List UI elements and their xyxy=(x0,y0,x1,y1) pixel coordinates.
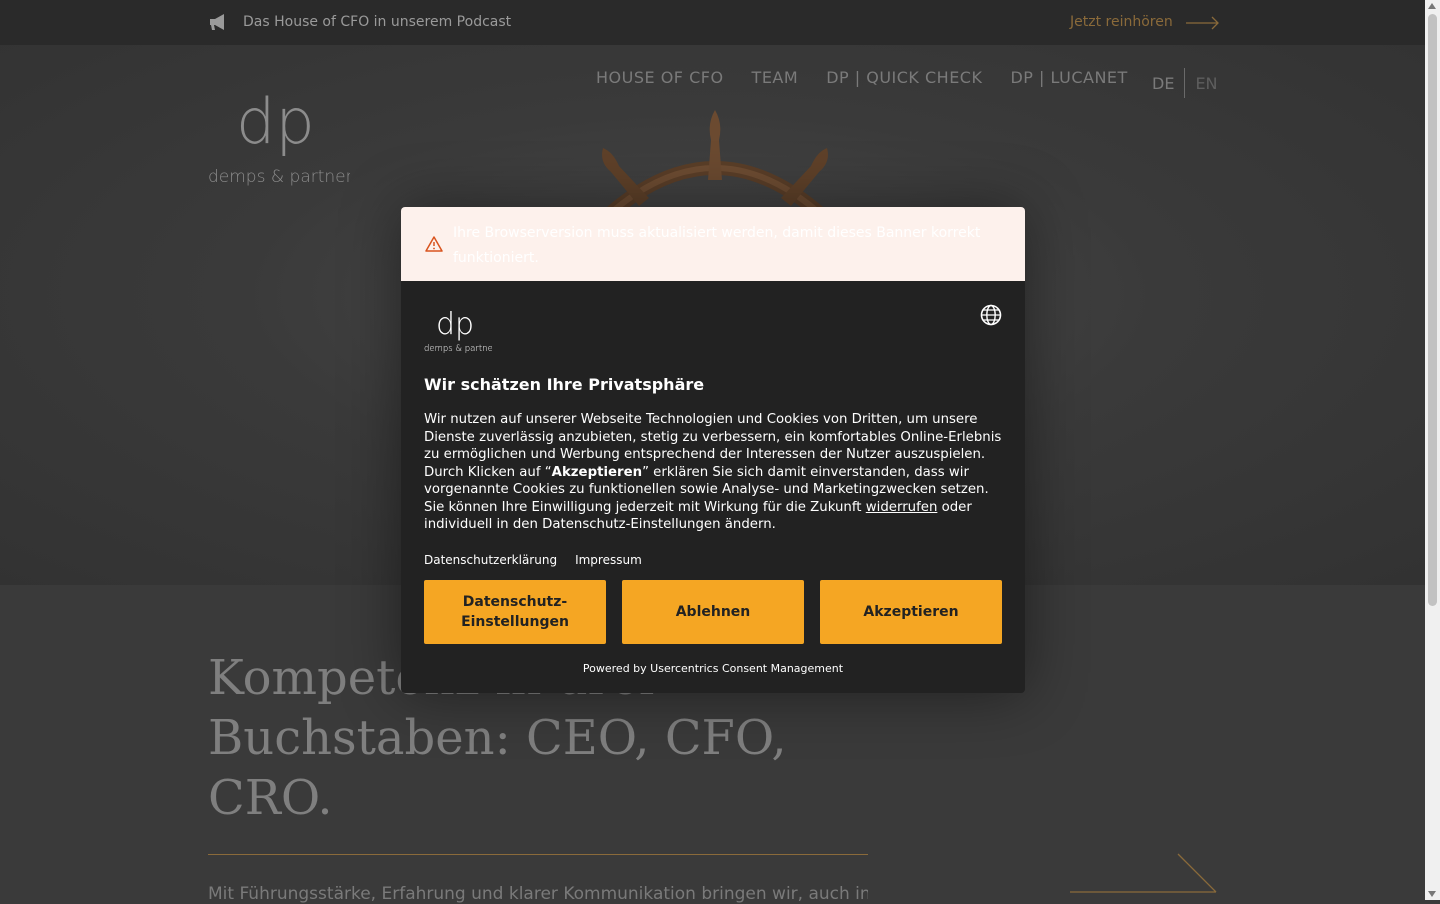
consent-logo-wordmark: demps & partner xyxy=(424,344,492,353)
browser-warning-banner: Ihre Browserversion muss aktualisiert we… xyxy=(401,207,1025,281)
decline-button[interactable]: Ablehnen xyxy=(622,580,804,644)
scroll-down-arrow[interactable] xyxy=(1428,891,1436,897)
consent-logo: dp demps & partner xyxy=(424,307,492,353)
scroll-up-arrow[interactable] xyxy=(1428,3,1436,9)
powered-by-text: Powered by Usercentrics Consent Manageme… xyxy=(582,662,844,675)
privacy-settings-button[interactable]: Datenschutz-Einstellungen xyxy=(424,580,606,644)
consent-body-bold: Akzeptieren xyxy=(551,464,643,480)
revoke-link[interactable]: widerrufen xyxy=(866,500,938,515)
scrollbar[interactable] xyxy=(1425,0,1440,900)
consent-logo-monogram: dp xyxy=(436,307,474,342)
privacy-policy-link[interactable]: Datenschutzerklärung xyxy=(424,553,557,567)
consent-dialog: Ihre Browserversion muss aktualisiert we… xyxy=(401,207,1025,693)
globe-language-icon[interactable] xyxy=(980,304,1002,326)
browser-warning-text: Ihre Browserversion muss aktualisiert we… xyxy=(453,225,981,266)
consent-links: Datenschutzerklärung Impressum xyxy=(424,553,642,567)
scrollbar-thumb[interactable] xyxy=(1428,14,1437,606)
consent-title: Wir schätzen Ihre Privatsphäre xyxy=(424,375,705,394)
imprint-link[interactable]: Impressum xyxy=(575,553,642,567)
consent-body: Wir nutzen auf unserer Webseite Technolo… xyxy=(424,411,1009,534)
accept-button[interactable]: Akzeptieren xyxy=(820,580,1002,644)
warning-triangle-icon xyxy=(425,236,443,252)
